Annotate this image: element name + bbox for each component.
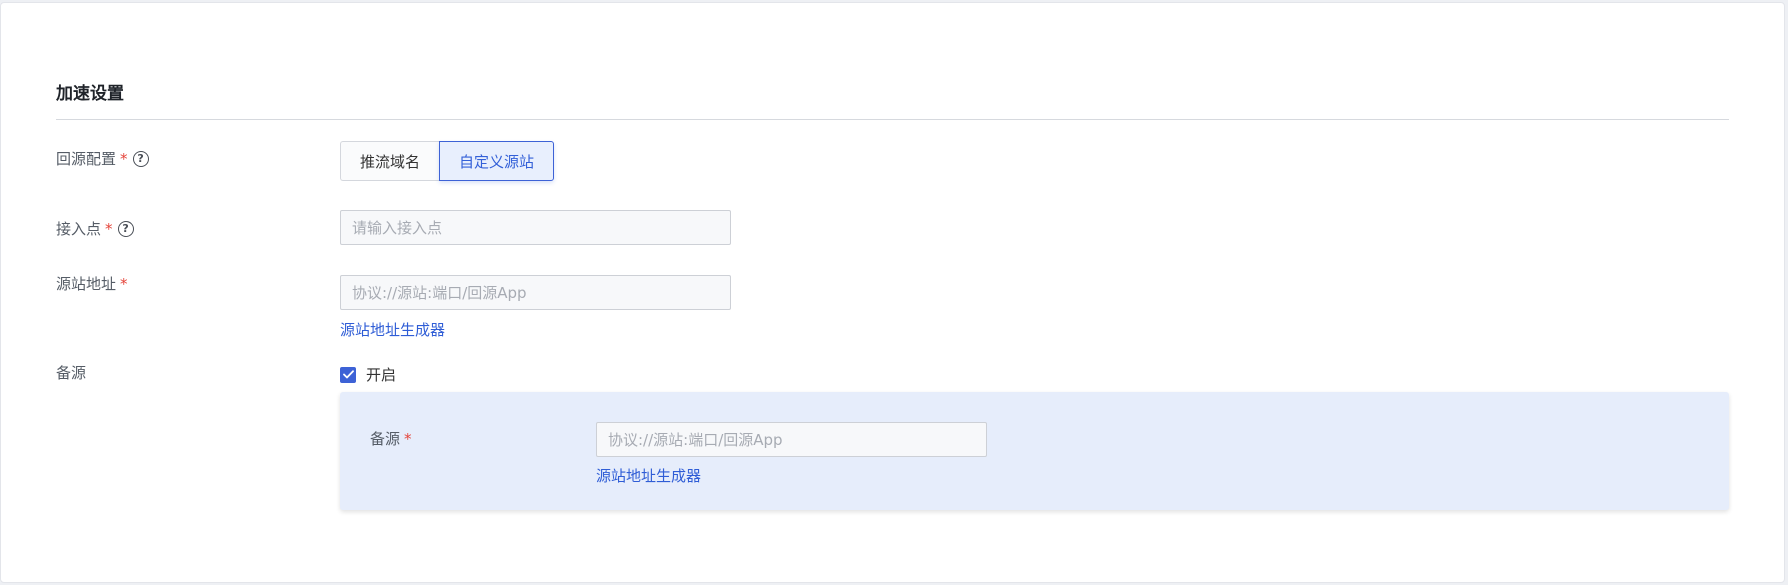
required-mark: * — [404, 429, 412, 448]
help-icon[interactable]: ? — [132, 150, 149, 167]
backup-generator-link[interactable]: 源站地址生成器 — [596, 465, 701, 486]
required-mark: * — [105, 219, 113, 238]
access-point-label-text: 接入点 — [56, 220, 102, 238]
backup-field-label-text: 备源 — [370, 430, 401, 448]
settings-card: 加速设置 回源配置* ? 推流域名 自定义源站 接入点* ? 源站地址* 源站地… — [0, 2, 1785, 583]
checkbox-checked-icon[interactable] — [340, 366, 356, 383]
origin-address-label-text: 源站地址 — [56, 275, 117, 293]
origin-address-input[interactable] — [340, 275, 731, 310]
section-divider — [56, 119, 1729, 120]
section-title: 加速设置 — [56, 84, 124, 104]
backup-origin-panel: 备源* 源站地址生成器 — [340, 392, 1729, 510]
required-mark: * — [120, 149, 128, 168]
help-icon[interactable]: ? — [117, 220, 134, 237]
backup-toggle[interactable]: 开启 — [340, 364, 396, 385]
origin-config-label: 回源配置 * ? — [56, 148, 149, 169]
access-point-label: 接入点 * ? — [56, 218, 134, 239]
backup-field-label: 备源 * — [370, 428, 412, 449]
backup-origin-input[interactable] — [596, 422, 987, 457]
origin-config-label-text: 回源配置 — [56, 150, 117, 168]
required-mark: * — [120, 274, 128, 293]
option-custom-origin[interactable]: 自定义源站 — [439, 141, 555, 181]
access-point-input[interactable] — [340, 210, 731, 245]
origin-address-generator-link[interactable]: 源站地址生成器 — [340, 319, 445, 340]
option-push-domain[interactable]: 推流域名 — [340, 141, 440, 181]
backup-label-text: 备源 — [56, 364, 87, 382]
check-icon — [342, 370, 354, 379]
origin-address-label: 源站地址 * — [56, 273, 128, 294]
backup-checkbox-label: 开启 — [366, 366, 397, 384]
backup-label: 备源 — [56, 362, 86, 383]
origin-config-segmented: 推流域名 自定义源站 — [340, 141, 555, 181]
